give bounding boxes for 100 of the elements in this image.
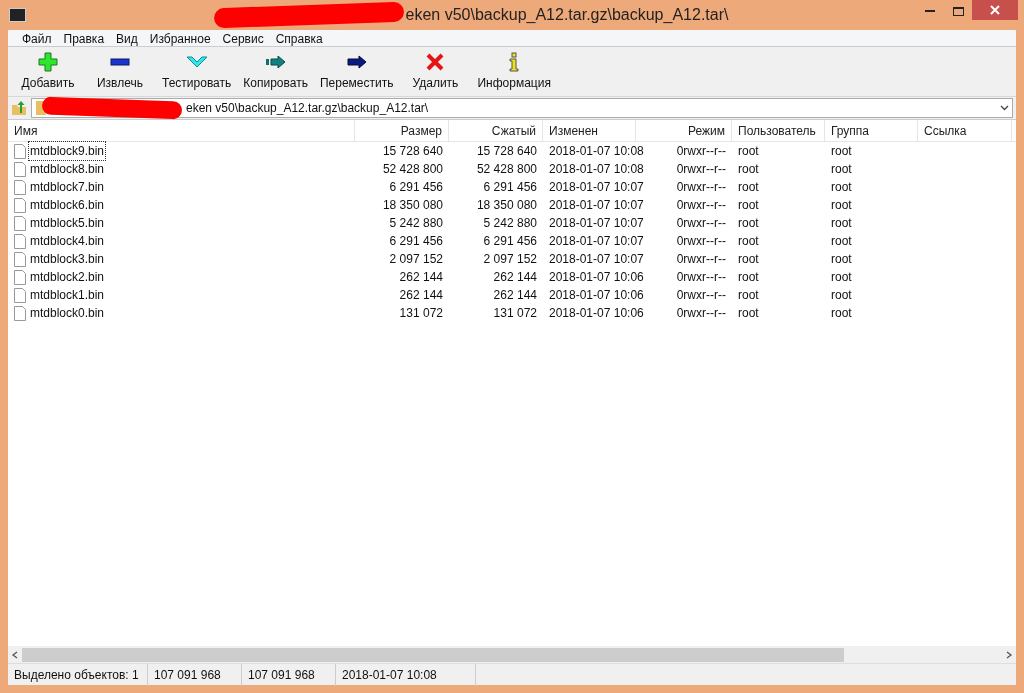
table-cell-text: 131 072 xyxy=(493,305,537,322)
table-cell-text: 2018-01-07 10:07 xyxy=(549,251,644,268)
menu-item[interactable]: Правка xyxy=(57,29,111,47)
table-cell-text: 6 291 456 xyxy=(389,179,443,196)
status-text: 2018-01-07 10:08 xyxy=(336,663,476,686)
table-cell-text: 15 728 640 xyxy=(476,143,537,160)
table-cell-text: root xyxy=(831,269,852,286)
table-cell-text: root xyxy=(738,287,759,304)
file-icon xyxy=(14,215,26,231)
table-cell-text: root xyxy=(831,287,852,304)
file-name[interactable]: mtdblock4.bin xyxy=(29,232,106,250)
column-header[interactable]: Пользователь xyxy=(732,120,825,142)
toolbar-button[interactable]: Извлечь xyxy=(84,50,156,94)
menu-item[interactable]: Вид xyxy=(110,29,144,47)
file-icon xyxy=(14,179,26,195)
table-cell-text: root xyxy=(738,215,759,232)
table-cell-text: 15 728 640 xyxy=(382,143,443,160)
table-cell-text: 2018-01-07 10:08 xyxy=(549,161,644,178)
file-name[interactable]: mtdblock9.bin xyxy=(29,142,106,160)
table-cell-text: root xyxy=(738,161,759,178)
table-cell-text: 18 350 080 xyxy=(382,197,443,214)
toolbar-button[interactable]: Копировать xyxy=(237,50,314,94)
menu-item[interactable]: Избранное xyxy=(143,29,217,47)
table-cell-text: 262 144 xyxy=(493,269,537,286)
table-cell-text: 0rwxr--r-- xyxy=(676,251,726,268)
arrow-icon xyxy=(345,55,368,69)
table-cell-text: root xyxy=(738,197,759,214)
column-header[interactable]: Размер xyxy=(355,120,449,142)
table-cell-text: 2018-01-07 10:08 xyxy=(549,143,644,160)
toolbar-button[interactable]: Удалить xyxy=(399,50,472,94)
file-name[interactable]: mtdblock2.bin xyxy=(29,268,106,286)
file-icon xyxy=(14,251,26,267)
toolbar-button[interactable]: Добавить xyxy=(12,50,84,94)
scroll-right-icon[interactable] xyxy=(1005,650,1013,659)
table-cell-text: root xyxy=(831,305,852,322)
menu-item[interactable]: Сервис xyxy=(216,29,270,47)
table-cell-text: 0rwxr--r-- xyxy=(676,233,726,250)
address-field[interactable]: eken v50\backup_A12.tar.gz\backup_A12.tar\ xyxy=(31,98,1013,118)
file-icon xyxy=(14,287,26,303)
table-cell-text: 0rwxr--r-- xyxy=(676,197,726,214)
table-cell-text: 131 072 xyxy=(399,305,443,322)
column-header[interactable]: Сжатый xyxy=(449,120,543,142)
toolbar-button[interactable]: Информация xyxy=(471,50,557,94)
file-name[interactable]: mtdblock7.bin xyxy=(29,178,106,196)
table-cell-text: 2 097 152 xyxy=(389,251,443,268)
horizontal-scrollbar[interactable] xyxy=(22,647,844,662)
file-icon xyxy=(14,305,26,321)
column-header[interactable]: Группа xyxy=(825,120,918,142)
file-name[interactable]: mtdblock6.bin xyxy=(29,196,106,214)
file-name[interactable]: mtdblock3.bin xyxy=(29,250,106,268)
file-name[interactable]: mtdblock1.bin xyxy=(29,286,106,304)
close-button[interactable] xyxy=(972,0,1018,20)
table-cell-text: root xyxy=(831,251,852,268)
table-cell-text: 0rwxr--r-- xyxy=(676,161,726,178)
status-text: 107 091 968 xyxy=(148,663,242,686)
table-cell-text: 2018-01-07 10:07 xyxy=(549,179,644,196)
table-cell-text: 262 144 xyxy=(493,287,537,304)
toolbar-button[interactable]: Переместить xyxy=(313,50,400,94)
dropdown-caret-icon[interactable] xyxy=(1000,105,1009,111)
table-cell-text: root xyxy=(831,197,852,214)
table-cell-text: root xyxy=(831,179,852,196)
table-cell-text: root xyxy=(738,233,759,250)
table-cell-text: 2018-01-07 10:07 xyxy=(549,197,644,214)
minimize-icon xyxy=(925,10,935,12)
file-name[interactable]: mtdblock5.bin xyxy=(29,214,106,232)
menu-item[interactable]: Справка xyxy=(269,29,329,47)
column-header[interactable]: Режим xyxy=(636,120,732,142)
info-icon xyxy=(508,52,521,72)
table-cell-text: 6 291 456 xyxy=(389,233,443,250)
table-cell-text: 52 428 800 xyxy=(382,161,443,178)
column-header[interactable]: Изменен xyxy=(543,120,636,142)
table-cell-text: 6 291 456 xyxy=(483,233,537,250)
table-cell-text: 2018-01-07 10:07 xyxy=(549,233,644,250)
table-cell-text: root xyxy=(831,143,852,160)
file-icon xyxy=(14,161,26,177)
file-name[interactable]: mtdblock8.bin xyxy=(29,160,106,178)
table-cell-text: 2018-01-07 10:06 xyxy=(549,269,644,286)
table-cell-text: root xyxy=(831,233,852,250)
column-header[interactable]: Имя xyxy=(8,120,355,142)
column-header[interactable]: Ссылка xyxy=(918,120,1012,142)
table-cell-text: root xyxy=(738,143,759,160)
toolbar-button[interactable]: Тестировать xyxy=(156,50,238,94)
app-logo-icon xyxy=(9,8,26,22)
menu-item[interactable]: Файл xyxy=(16,29,58,47)
status-text: 107 091 968 xyxy=(242,663,336,686)
scroll-left-icon[interactable] xyxy=(11,650,19,659)
table-cell-text: 0rwxr--r-- xyxy=(676,305,726,322)
window-title: eken v50\backup_A12.tar.gz\backup_A12.tar\ xyxy=(405,5,729,25)
file-name[interactable]: mtdblock0.bin xyxy=(29,304,106,322)
maximize-icon xyxy=(952,6,964,16)
chevron-icon xyxy=(185,56,208,68)
minus-icon xyxy=(110,57,130,67)
table-cell-text: root xyxy=(738,179,759,196)
table-cell-text: 0rwxr--r-- xyxy=(676,179,726,196)
table-cell-text: 0rwxr--r-- xyxy=(676,287,726,304)
table-cell-text: 5 242 880 xyxy=(389,215,443,232)
cross-icon xyxy=(426,53,445,71)
folder-up-icon[interactable] xyxy=(11,100,27,116)
table-cell-text: 2018-01-07 10:07 xyxy=(549,215,644,232)
arrow-icon xyxy=(264,55,287,69)
